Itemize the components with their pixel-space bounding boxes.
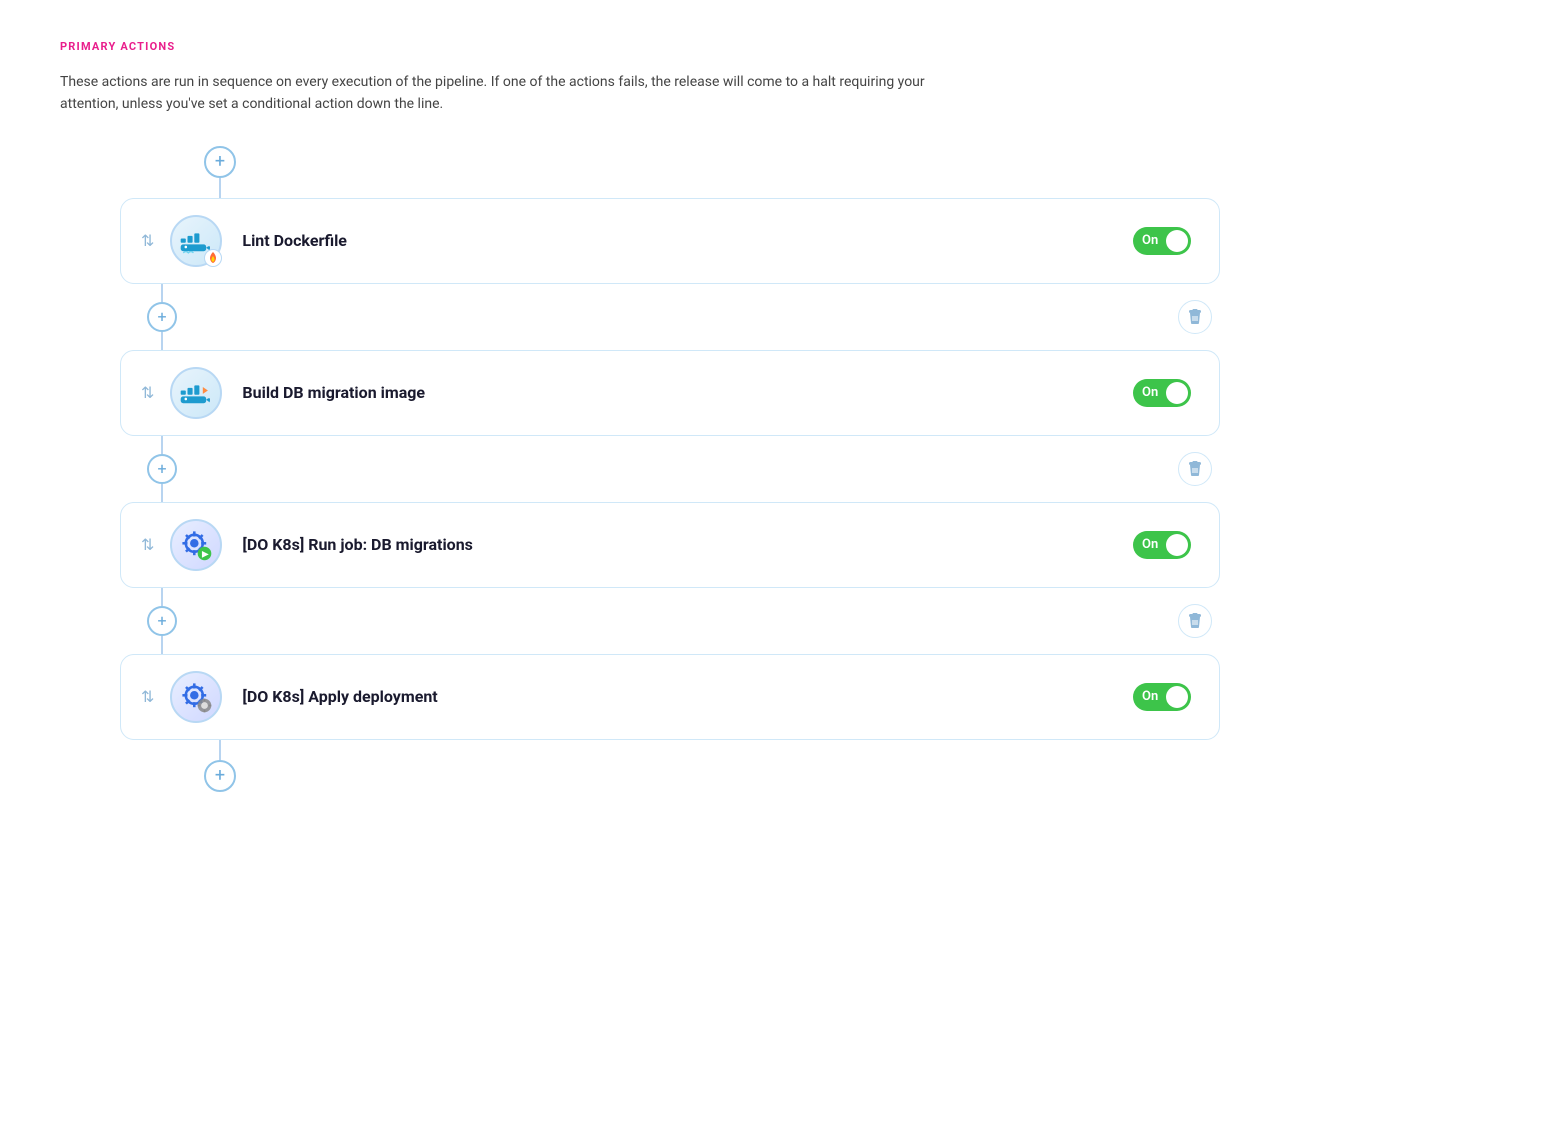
action-icon-k8s-apply-deployment bbox=[170, 671, 222, 723]
add-button-between-3[interactable]: + bbox=[147, 606, 177, 636]
action-name-lint-dockerfile: Lint Dockerfile bbox=[242, 231, 1133, 250]
docker-lint-badge bbox=[204, 249, 222, 267]
bottom-add-container: + bbox=[204, 740, 236, 792]
connector-line-bottom bbox=[219, 740, 221, 760]
connector-line-2b bbox=[161, 484, 163, 502]
action-icon-build-db-migration bbox=[170, 367, 222, 419]
toggle-container-lint-dockerfile: On bbox=[1133, 227, 1191, 255]
toggle-label-k8s-run-job: On bbox=[1136, 537, 1158, 552]
connector-line-3a bbox=[161, 588, 163, 606]
action-name-k8s-apply-deployment: [DO K8s] Apply deployment bbox=[242, 687, 1133, 706]
toggle-container-build-db-migration: On bbox=[1133, 379, 1191, 407]
connector-line-1b bbox=[161, 332, 163, 350]
k8s-run-svg bbox=[179, 528, 213, 562]
section-description: These actions are run in sequence on eve… bbox=[60, 71, 960, 116]
action-row-lint-dockerfile: ⇅ bbox=[120, 198, 1220, 284]
between-row-2: + bbox=[120, 436, 1220, 502]
action-row-k8s-run-job: ⇅ bbox=[120, 502, 1220, 588]
drag-handle-build-db-migration[interactable]: ⇅ bbox=[141, 383, 154, 402]
add-button-bottom[interactable]: + bbox=[204, 760, 236, 792]
action-icon-k8s-run-job bbox=[170, 519, 222, 571]
between-right-3 bbox=[204, 604, 1220, 638]
toggle-build-db-migration[interactable]: On bbox=[1133, 379, 1191, 407]
toggle-lint-dockerfile[interactable]: On bbox=[1133, 227, 1191, 255]
action-row-k8s-apply-deployment: ⇅ bbox=[120, 654, 1220, 740]
delete-button-2[interactable] bbox=[1178, 452, 1212, 486]
connector-line-3b bbox=[161, 636, 163, 654]
between-row-3: + bbox=[120, 588, 1220, 654]
between-left-1: + bbox=[120, 284, 204, 350]
toggle-knob-k8s-run-job bbox=[1166, 534, 1188, 556]
action-icon-lint-dockerfile bbox=[170, 215, 222, 267]
action-name-build-db-migration: Build DB migration image bbox=[242, 383, 1133, 402]
delete-button-3[interactable] bbox=[1178, 604, 1212, 638]
docker-build-svg bbox=[179, 378, 213, 408]
primary-actions-section: PRIMARY ACTIONS These actions are run in… bbox=[60, 40, 1482, 792]
connector-line-2a bbox=[161, 436, 163, 454]
action-name-k8s-run-job: [DO K8s] Run job: DB migrations bbox=[242, 535, 1133, 554]
toggle-knob-build-db-migration bbox=[1166, 382, 1188, 404]
action-row-build-db-migration: ⇅ Build DB migration image On bbox=[120, 350, 1220, 436]
toggle-knob-k8s-apply-deployment bbox=[1166, 686, 1188, 708]
drag-handle-k8s-apply-deployment[interactable]: ⇅ bbox=[141, 687, 154, 706]
toggle-label-lint-dockerfile: On bbox=[1136, 233, 1158, 248]
toggle-container-k8s-apply-deployment: On bbox=[1133, 683, 1191, 711]
toggle-label-build-db-migration: On bbox=[1136, 385, 1158, 400]
toggle-label-k8s-apply-deployment: On bbox=[1136, 689, 1158, 704]
section-title: PRIMARY ACTIONS bbox=[60, 40, 1482, 53]
between-left-3: + bbox=[120, 588, 204, 654]
between-right-1 bbox=[204, 300, 1220, 334]
add-button-top[interactable]: + bbox=[204, 146, 236, 178]
drag-handle-lint-dockerfile[interactable]: ⇅ bbox=[141, 231, 154, 250]
add-button-between-2[interactable]: + bbox=[147, 454, 177, 484]
toggle-k8s-run-job[interactable]: On bbox=[1133, 531, 1191, 559]
drag-handle-k8s-run-job[interactable]: ⇅ bbox=[141, 535, 154, 554]
connector-line-1a bbox=[161, 284, 163, 302]
delete-button-1[interactable] bbox=[1178, 300, 1212, 334]
between-row-1: + bbox=[120, 284, 1220, 350]
between-left-2: + bbox=[120, 436, 204, 502]
between-right-2 bbox=[204, 452, 1220, 486]
k8s-deploy-svg bbox=[179, 680, 213, 714]
toggle-knob-lint-dockerfile bbox=[1166, 230, 1188, 252]
pipeline-container: + ⇅ bbox=[60, 146, 1482, 792]
add-button-between-1[interactable]: + bbox=[147, 302, 177, 332]
toggle-container-k8s-run-job: On bbox=[1133, 531, 1191, 559]
toggle-k8s-apply-deployment[interactable]: On bbox=[1133, 683, 1191, 711]
top-add-container: + bbox=[204, 146, 236, 198]
connector-line-top bbox=[219, 178, 221, 198]
